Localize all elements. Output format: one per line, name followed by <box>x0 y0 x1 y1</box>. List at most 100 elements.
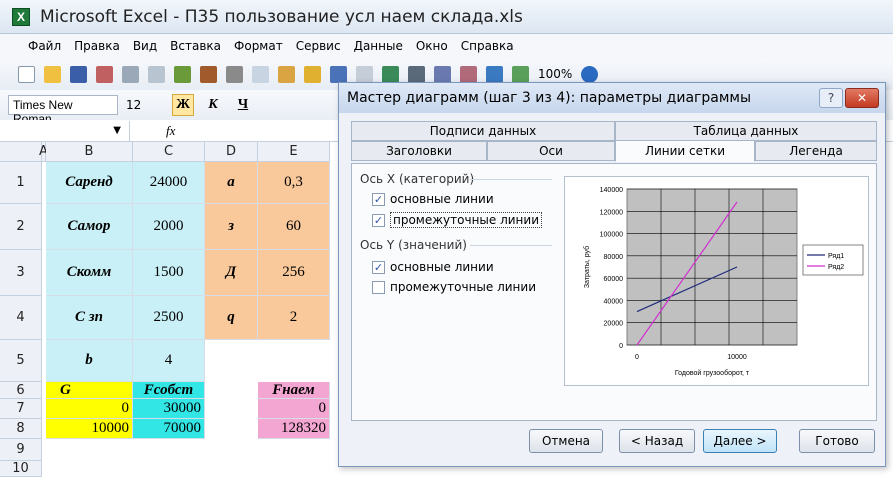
row-header-5[interactable]: 5 <box>0 340 42 382</box>
y-major-checkbox-box[interactable]: ✓ <box>372 260 385 274</box>
row-header-2[interactable]: 2 <box>0 204 42 250</box>
column-header-c[interactable]: C <box>133 142 205 162</box>
menu-window[interactable]: Окно <box>416 39 448 53</box>
cancel-button[interactable]: Отмена <box>529 429 603 453</box>
cell-d4[interactable]: q <box>205 296 258 340</box>
tab-data-table[interactable]: Таблица данных <box>615 121 877 141</box>
cell-b1[interactable]: Саренд <box>46 162 133 204</box>
row-header-4[interactable]: 4 <box>0 296 42 340</box>
cell-b4[interactable]: С зп <box>46 296 133 340</box>
print-icon[interactable] <box>122 65 139 83</box>
cell-b8[interactable]: 10000 <box>46 419 133 439</box>
row-header-8[interactable]: 8 <box>0 419 42 439</box>
open-icon[interactable] <box>44 65 61 83</box>
save-icon[interactable] <box>70 65 87 83</box>
cell-c8[interactable]: 70000 <box>133 419 205 439</box>
x-minor-checkbox-box[interactable]: ✓ <box>372 213 385 227</box>
menu-data[interactable]: Данные <box>354 39 403 53</box>
x-major-checkbox-box[interactable]: ✓ <box>372 192 385 206</box>
next-button[interactable]: Далее > <box>703 429 777 453</box>
font-size-select[interactable]: 12 <box>126 95 164 115</box>
cell-e3[interactable]: 256 <box>258 250 330 296</box>
y-minor-checkbox-box[interactable] <box>372 280 385 294</box>
cell-b6[interactable]: G <box>46 382 133 399</box>
zoom-box[interactable]: 100% <box>538 67 572 81</box>
cell-c1[interactable]: 24000 <box>133 162 205 204</box>
name-box[interactable]: ▼ <box>0 120 130 141</box>
cell-b2[interactable]: Самор <box>46 204 133 250</box>
research-icon[interactable] <box>200 65 217 83</box>
format-painter-icon[interactable] <box>304 65 321 83</box>
x-major-gridlines-checkbox[interactable]: ✓ основные линии <box>372 192 494 206</box>
permission-icon[interactable] <box>96 65 113 83</box>
fx-icon[interactable]: fx <box>166 123 175 139</box>
underline-button[interactable]: Ч <box>232 94 254 116</box>
tab-gridlines[interactable]: Линии сетки <box>615 140 755 162</box>
menu-view[interactable]: Вид <box>133 39 157 53</box>
cell-b7[interactable]: 0 <box>46 399 133 419</box>
cell-e7[interactable]: 0 <box>258 399 330 419</box>
sort-desc-icon[interactable] <box>460 65 477 83</box>
row-header-3[interactable]: 3 <box>0 250 42 296</box>
menu-tools[interactable]: Сервис <box>296 39 341 53</box>
menu-format[interactable]: Формат <box>234 39 283 53</box>
x-minor-gridlines-checkbox[interactable]: ✓ промежуточные линии <box>372 212 543 228</box>
print-preview-icon[interactable] <box>148 65 165 83</box>
cell-b3[interactable]: Скомм <box>46 250 133 296</box>
cell-c4[interactable]: 2500 <box>133 296 205 340</box>
cell-e4[interactable]: 2 <box>258 296 330 340</box>
cell-c3[interactable]: 1500 <box>133 250 205 296</box>
cell-e8[interactable]: 128320 <box>258 419 330 439</box>
tab-axes[interactable]: Оси <box>487 141 615 161</box>
spelling-icon[interactable] <box>174 65 191 83</box>
hyperlink-icon[interactable] <box>382 65 399 83</box>
cell-e1[interactable]: 0,3 <box>258 162 330 204</box>
sort-asc-icon[interactable] <box>434 65 451 83</box>
cell-b5[interactable]: b <box>46 340 133 382</box>
dialog-close-button[interactable]: ✕ <box>845 88 879 108</box>
redo-icon[interactable] <box>356 65 373 83</box>
font-name-select[interactable]: Times New Roman <box>8 95 118 126</box>
column-header-e[interactable]: E <box>258 142 330 162</box>
cell-d3[interactable]: Д <box>205 250 258 296</box>
autosum-icon[interactable] <box>408 65 425 83</box>
row-header-9[interactable]: 9 <box>0 439 42 461</box>
cell-c2[interactable]: 2000 <box>133 204 205 250</box>
undo-icon[interactable] <box>330 65 347 83</box>
dialog-help-button[interactable]: ? <box>819 88 843 108</box>
help-icon[interactable] <box>581 65 599 83</box>
row-header-1[interactable]: 1 <box>0 162 42 204</box>
back-button[interactable]: < Назад <box>619 429 695 453</box>
y-minor-gridlines-checkbox[interactable]: промежуточные линии <box>372 280 536 294</box>
tab-titles[interactable]: Заголовки <box>351 141 487 161</box>
select-all-corner[interactable] <box>0 142 42 162</box>
dialog-title-bar[interactable]: Мастер диаграмм (шаг 3 из 4): параметры … <box>339 83 885 113</box>
row-header-6[interactable]: 6 <box>0 382 42 399</box>
tab-legend[interactable]: Легенда <box>755 141 877 161</box>
cut-icon[interactable] <box>226 65 243 83</box>
tab-data-labels[interactable]: Подписи данных <box>351 121 615 141</box>
italic-button[interactable]: К <box>202 94 224 116</box>
y-major-gridlines-checkbox[interactable]: ✓ основные линии <box>372 260 494 274</box>
menu-help[interactable]: Справка <box>461 39 514 53</box>
drawing-icon[interactable] <box>512 65 529 83</box>
finish-button[interactable]: Готово <box>799 429 875 453</box>
menu-file[interactable]: Файл <box>28 39 61 53</box>
new-icon[interactable] <box>18 65 35 83</box>
paste-icon[interactable] <box>278 65 295 83</box>
row-header-7[interactable]: 7 <box>0 399 42 419</box>
column-header-d[interactable]: D <box>205 142 258 162</box>
cell-c6[interactable]: Fсобст <box>133 382 205 399</box>
cell-c7[interactable]: 30000 <box>133 399 205 419</box>
chart-wizard-icon[interactable] <box>486 65 503 83</box>
menu-edit[interactable]: Правка <box>74 39 120 53</box>
cell-e2[interactable]: 60 <box>258 204 330 250</box>
copy-icon[interactable] <box>252 65 269 83</box>
cell-d1[interactable]: a <box>205 162 258 204</box>
row-header-10[interactable]: 10 <box>0 461 42 477</box>
column-header-b[interactable]: B <box>46 142 133 162</box>
cell-d2[interactable]: з <box>205 204 258 250</box>
bold-button[interactable]: Ж <box>172 94 194 116</box>
menu-insert[interactable]: Вставка <box>170 39 221 53</box>
cell-e6[interactable]: Fнаем <box>258 382 330 399</box>
